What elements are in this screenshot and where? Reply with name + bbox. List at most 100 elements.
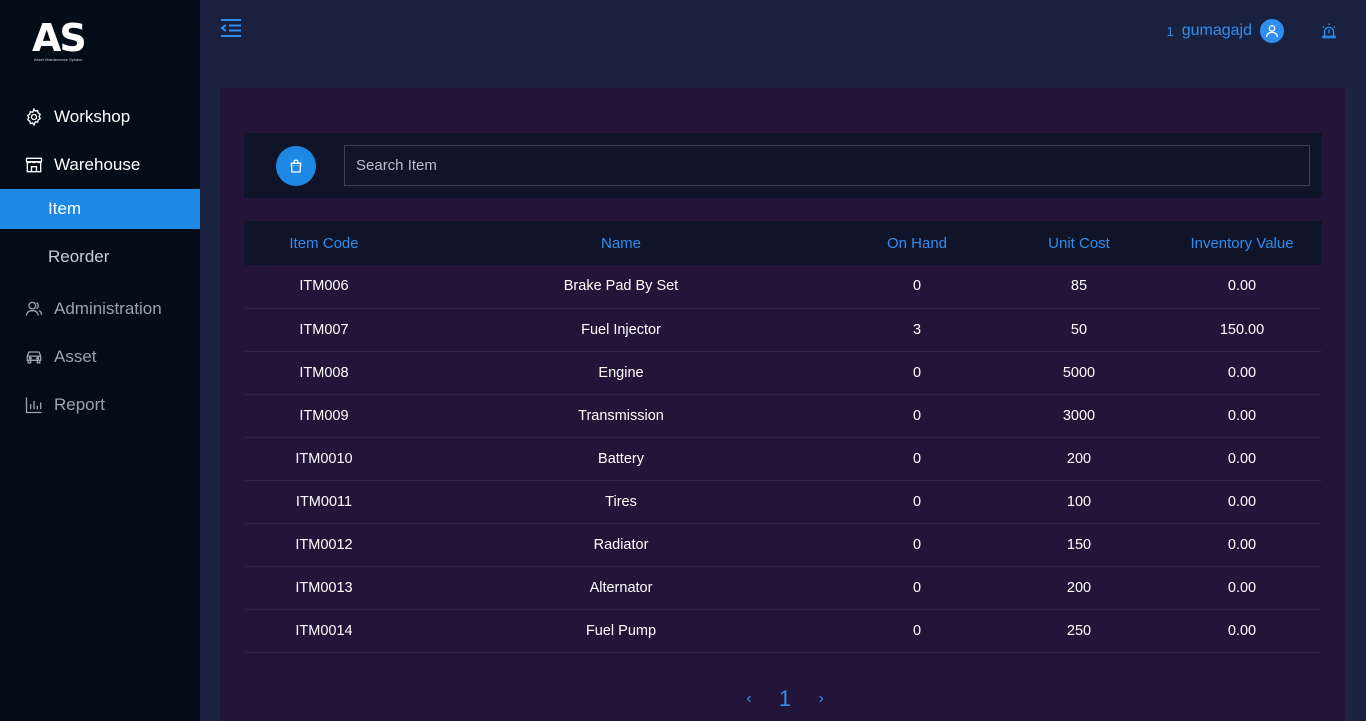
table-row[interactable]: ITM0014 Fuel Pump 0 250 0.00 <box>244 609 1322 653</box>
page-number-current[interactable]: 1 <box>779 686 791 712</box>
cell-inventory-value: 0.00 <box>1162 437 1322 481</box>
sidebar-item-administration[interactable]: Administration <box>0 285 200 333</box>
gear-icon <box>24 107 44 127</box>
cell-unit-cost: 200 <box>996 566 1162 610</box>
user-icon <box>1260 19 1284 43</box>
cell-inventory-value: 150.00 <box>1162 308 1322 352</box>
car-icon <box>24 347 44 367</box>
cell-item-code: ITM0014 <box>244 609 404 653</box>
sidebar: AS Asset Maintenance System Workshop War… <box>0 0 200 721</box>
notification-count: 1 <box>1166 23 1174 39</box>
sidebar-item-label: Item <box>48 199 82 218</box>
column-header-on-hand[interactable]: On Hand <box>838 221 996 265</box>
item-table: Item Code Name On Hand Unit Cost Invento… <box>244 221 1322 653</box>
cell-inventory-value: 0.00 <box>1162 265 1322 309</box>
column-header-item-code[interactable]: Item Code <box>244 221 404 265</box>
item-panel: Item Code Name On Hand Unit Cost Invento… <box>220 88 1345 721</box>
logo-mark: AS <box>32 16 87 60</box>
table-row[interactable]: ITM007 Fuel Injector 3 50 150.00 <box>244 308 1322 352</box>
cell-inventory-value: 0.00 <box>1162 394 1322 438</box>
cell-name: Brake Pad By Set <box>404 265 838 309</box>
cell-on-hand: 0 <box>838 609 996 653</box>
cell-name: Tires <box>404 480 838 524</box>
sidebar-item-label: Asset <box>54 347 97 366</box>
table-header-row: Item Code Name On Hand Unit Cost Invento… <box>244 221 1322 265</box>
cell-unit-cost: 50 <box>996 308 1162 352</box>
sidebar-item-label: Reorder <box>48 247 110 266</box>
cell-name: Fuel Injector <box>404 308 838 352</box>
next-page-button[interactable]: › <box>811 690 831 708</box>
cell-on-hand: 0 <box>838 394 996 438</box>
cell-inventory-value: 0.00 <box>1162 480 1322 524</box>
cell-on-hand: 0 <box>838 480 996 524</box>
column-header-inventory-value[interactable]: Inventory Value <box>1162 221 1322 265</box>
alarm-icon[interactable] <box>1320 22 1338 40</box>
cell-name: Radiator <box>404 523 838 567</box>
table-row[interactable]: ITM0010 Battery 0 200 0.00 <box>244 437 1322 481</box>
cell-item-code: ITM0013 <box>244 566 404 610</box>
cell-item-code: ITM0012 <box>244 523 404 567</box>
cell-name: Alternator <box>404 566 838 610</box>
sidebar-item-warehouse[interactable]: Warehouse <box>0 141 200 189</box>
sidebar-item-workshop[interactable]: Workshop <box>0 93 200 141</box>
sidebar-nav: Workshop Warehouse Item Reorder Administ… <box>0 93 200 429</box>
cell-unit-cost: 85 <box>996 265 1162 309</box>
cell-item-code: ITM0010 <box>244 437 404 481</box>
cell-unit-cost: 100 <box>996 480 1162 524</box>
sidebar-item-label: Warehouse <box>54 155 141 174</box>
username: gumagajd <box>1181 22 1252 39</box>
user-menu[interactable]: 1 gumagajd <box>1166 19 1284 43</box>
cell-unit-cost: 3000 <box>996 394 1162 438</box>
sidebar-item-label: Workshop <box>54 107 131 126</box>
column-header-unit-cost[interactable]: Unit Cost <box>996 221 1162 265</box>
cell-item-code: ITM006 <box>244 265 404 309</box>
cell-on-hand: 0 <box>838 566 996 610</box>
column-header-name[interactable]: Name <box>404 221 838 265</box>
bar-chart-icon <box>24 395 44 415</box>
sidebar-item-label: Administration <box>54 299 162 318</box>
sidebar-item-report[interactable]: Report <box>0 381 200 429</box>
cell-unit-cost: 250 <box>996 609 1162 653</box>
cell-on-hand: 0 <box>838 523 996 567</box>
sidebar-item-item[interactable]: Item <box>0 189 200 229</box>
table-row[interactable]: ITM006 Brake Pad By Set 0 85 0.00 <box>244 265 1322 309</box>
sidebar-item-asset[interactable]: Asset <box>0 333 200 381</box>
cell-name: Transmission <box>404 394 838 438</box>
cell-on-hand: 0 <box>838 437 996 481</box>
table-row[interactable]: ITM0012 Radiator 0 150 0.00 <box>244 523 1322 567</box>
cell-on-hand: 0 <box>838 265 996 309</box>
cell-inventory-value: 0.00 <box>1162 566 1322 610</box>
table-row[interactable]: ITM0011 Tires 0 100 0.00 <box>244 480 1322 524</box>
store-icon <box>24 155 44 175</box>
cell-name: Fuel Pump <box>404 609 838 653</box>
search-bar <box>244 133 1322 198</box>
shopping-bag-icon[interactable] <box>276 146 316 186</box>
users-icon <box>24 299 44 319</box>
cell-name: Battery <box>404 437 838 481</box>
cell-item-code: ITM009 <box>244 394 404 438</box>
sidebar-item-reorder[interactable]: Reorder <box>0 237 200 277</box>
logo-tagline: Asset Maintenance System <box>34 57 83 62</box>
search-input[interactable] <box>344 145 1310 186</box>
cell-inventory-value: 0.00 <box>1162 609 1322 653</box>
cell-on-hand: 0 <box>838 351 996 395</box>
cell-name: Engine <box>404 351 838 395</box>
cell-item-code: ITM008 <box>244 351 404 395</box>
table-row[interactable]: ITM008 Engine 0 5000 0.00 <box>244 351 1322 395</box>
cell-inventory-value: 0.00 <box>1162 351 1322 395</box>
sidebar-item-label: Report <box>54 395 106 414</box>
cell-unit-cost: 200 <box>996 437 1162 481</box>
prev-page-button[interactable]: ‹ <box>739 690 759 708</box>
pagination: ‹ 1 › <box>730 686 840 712</box>
cell-item-code: ITM007 <box>244 308 404 352</box>
app-logo[interactable]: AS Asset Maintenance System <box>32 18 92 64</box>
table-row[interactable]: ITM009 Transmission 0 3000 0.00 <box>244 394 1322 438</box>
cell-on-hand: 3 <box>838 308 996 352</box>
cell-unit-cost: 150 <box>996 523 1162 567</box>
cell-inventory-value: 0.00 <box>1162 523 1322 567</box>
cell-unit-cost: 5000 <box>996 351 1162 395</box>
top-bar: 1 gumagajd <box>200 0 1366 64</box>
table-row[interactable]: ITM0013 Alternator 0 200 0.00 <box>244 566 1322 610</box>
menu-collapse-icon[interactable] <box>220 18 242 38</box>
cell-item-code: ITM0011 <box>244 480 404 524</box>
